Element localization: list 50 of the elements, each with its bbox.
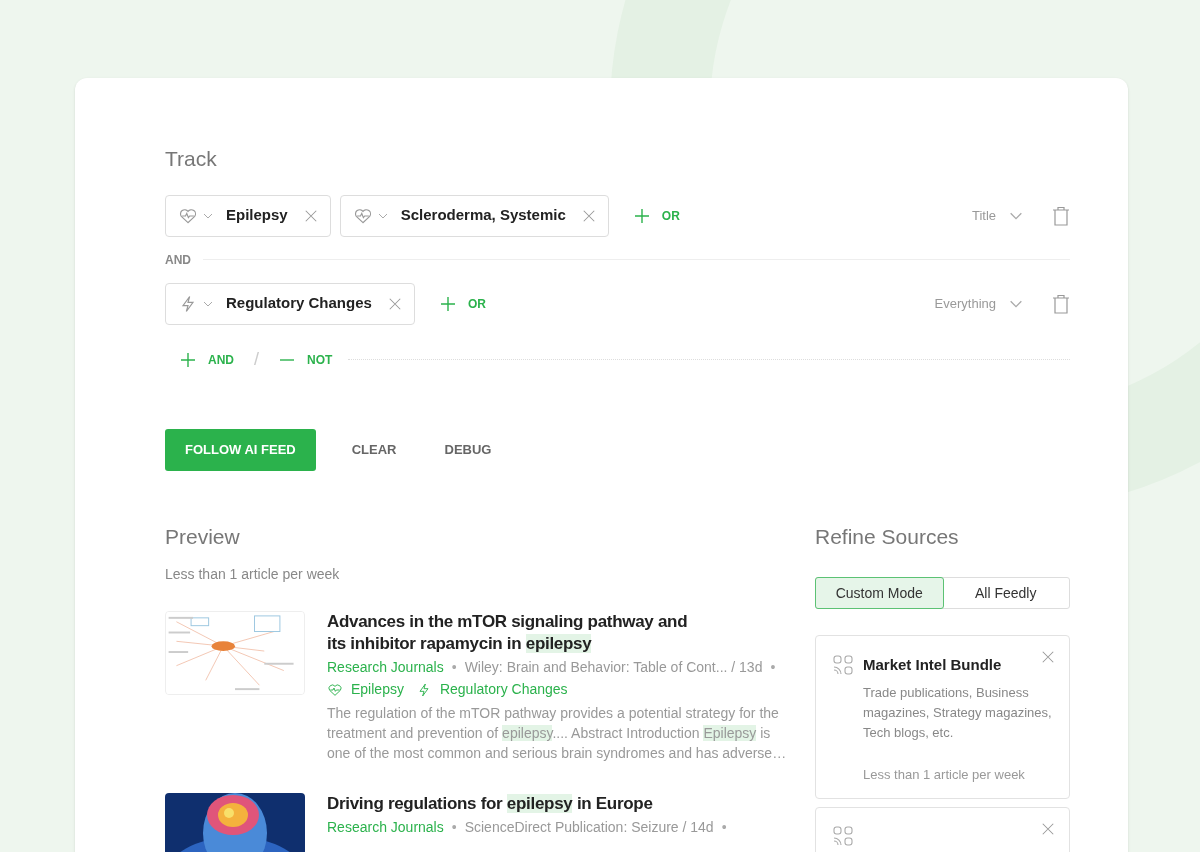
follow-button[interactable]: FOLLOW AI FEED bbox=[165, 428, 316, 471]
scope-dropdown[interactable]: Title bbox=[971, 205, 1024, 226]
source-link[interactable]: Research Journals bbox=[327, 657, 444, 678]
section-title: Track bbox=[165, 146, 218, 172]
tag-link[interactable]: Regulatory Changes bbox=[439, 679, 568, 700]
bundle-name: Market Intel Bundle bbox=[863, 655, 1002, 675]
add-not-button[interactable]: NOT bbox=[279, 350, 333, 369]
separator-dot: • bbox=[451, 818, 457, 837]
close-icon[interactable] bbox=[1041, 822, 1055, 836]
bundle-icon bbox=[833, 655, 853, 676]
heart-pulse-icon bbox=[327, 681, 343, 698]
source-link[interactable]: Research Journals bbox=[327, 817, 444, 838]
article-title[interactable]: Advances in the mTOR signaling pathway and its inhibitor rapamycin in epilepsy bbox=[327, 611, 707, 655]
add-or-button[interactable]: OR bbox=[633, 206, 680, 225]
separator-dot: • bbox=[721, 818, 727, 837]
separator-dot: • bbox=[770, 658, 776, 677]
add-and-button[interactable]: AND bbox=[180, 350, 234, 369]
close-icon[interactable] bbox=[303, 208, 318, 223]
topic-chip[interactable]: Regulatory Changes bbox=[165, 282, 415, 325]
add-or-button[interactable]: OR bbox=[439, 294, 486, 313]
close-icon[interactable] bbox=[387, 296, 402, 311]
tag-link[interactable]: Epilepsy bbox=[351, 679, 404, 700]
article-meta: ScienceDirect Publication: Seizure / 14d bbox=[464, 818, 714, 837]
bundle-description: Trade publications, Business magazines, Strategy magazines, Tech blogs, etc. bbox=[863, 683, 1052, 742]
bundle-icon bbox=[833, 826, 853, 846]
article-summary: The regulation of the mTOR pathway provides a potential strategy for the treatment and prevention of epilepsy.... Abstract Introduction Epilepsy is one of the most common and serious brain syndromes and has adverse… bbox=[327, 704, 788, 763]
article-rate: Less than 1 article per week bbox=[165, 565, 341, 584]
article-meta: Wiley: Brain and Behavior: Table of Cont... / 13d bbox=[464, 658, 763, 677]
trash-icon[interactable] bbox=[1052, 293, 1070, 314]
plus-icon bbox=[439, 295, 456, 312]
close-icon[interactable] bbox=[581, 208, 596, 223]
mode-tab[interactable]: Custom Mode bbox=[815, 577, 944, 609]
mode-tab[interactable]: All Feedly bbox=[942, 578, 1069, 608]
article-title[interactable]: Driving regulations for epilepsy in Europe bbox=[327, 793, 787, 815]
minus-icon bbox=[279, 358, 295, 361]
topic-chip[interactable]: Epilepsy bbox=[165, 194, 331, 237]
scope-dropdown[interactable]: Everything bbox=[934, 293, 1024, 314]
trash-icon[interactable] bbox=[1052, 205, 1070, 226]
separator-dot: • bbox=[451, 658, 457, 677]
bundle-rate: Less than 1 article per week bbox=[863, 765, 1026, 784]
topic-chip[interactable]: Scleroderma, Systemic bbox=[339, 194, 609, 237]
plus-icon bbox=[633, 207, 650, 224]
text-button[interactable]: DEBUG bbox=[432, 428, 504, 471]
section-title: Refine Sources bbox=[815, 523, 960, 550]
separator-slash: / bbox=[254, 348, 259, 371]
close-icon[interactable] bbox=[1041, 650, 1055, 664]
plus-icon bbox=[180, 351, 196, 368]
joiner-label: AND bbox=[165, 251, 191, 269]
text-button[interactable]: CLEAR bbox=[339, 428, 409, 471]
section-title: Preview bbox=[165, 523, 241, 550]
